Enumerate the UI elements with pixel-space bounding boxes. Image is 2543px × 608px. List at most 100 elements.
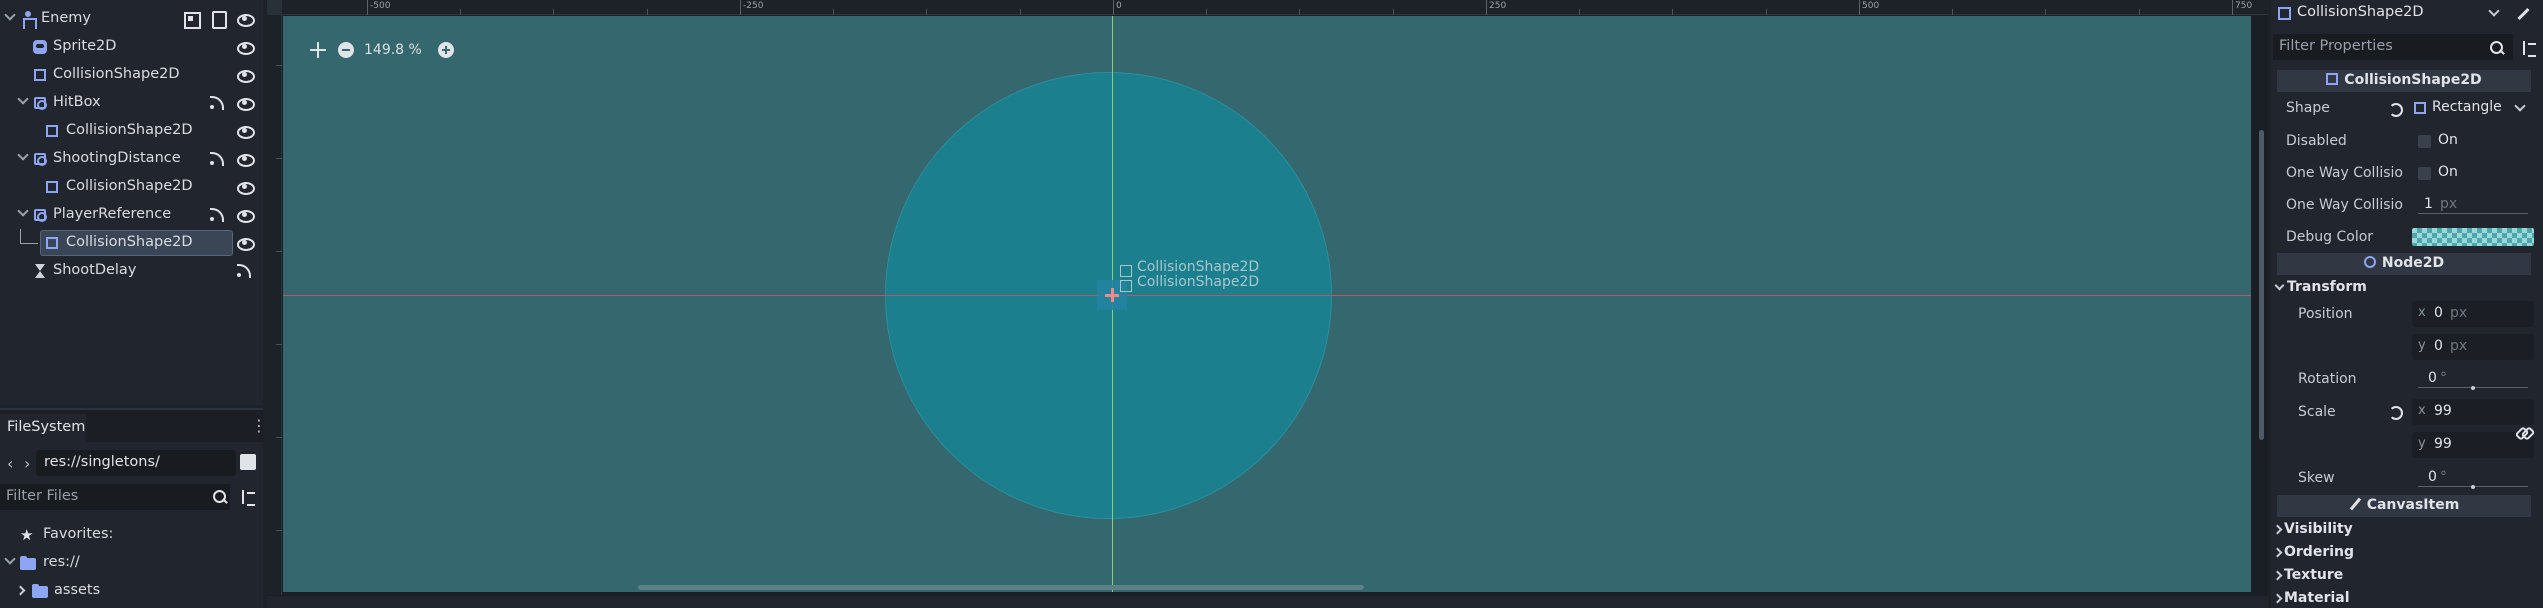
collapse-arrow-icon[interactable] (17, 149, 29, 161)
favorites-row[interactable]: ★ Favorites: (0, 522, 263, 548)
group-icon[interactable] (182, 10, 201, 29)
path-field[interactable]: res://singletons/ (36, 450, 236, 476)
tree-item-shootingdistance[interactable]: ShootingDistance (0, 145, 263, 173)
tree-line (20, 229, 21, 243)
tree-item-collisionshape2d-selected[interactable]: CollisionShape2D (0, 229, 263, 257)
back-arrow-icon[interactable]: ‹ (7, 454, 13, 473)
res-root-row[interactable]: res:// (0, 550, 263, 576)
timer-hourglass-icon (32, 263, 48, 279)
group-transform[interactable]: Transform (2271, 276, 2543, 300)
visibility-eye-icon[interactable] (236, 94, 255, 111)
signal-icon[interactable] (209, 94, 226, 111)
shape-resource-picker[interactable]: Rectangle (2412, 95, 2534, 121)
one-way-margin-spinbox[interactable]: 1 px (2412, 192, 2534, 218)
vertical-ruler[interactable] (267, 15, 282, 595)
signal-icon[interactable] (209, 150, 226, 167)
tree-item-label: ShootDelay (53, 262, 137, 278)
tree-item-collisionshape2d[interactable]: CollisionShape2D (0, 117, 263, 145)
scale-x-field[interactable]: x 99 (2412, 399, 2534, 425)
one-way-collision-checkbox[interactable]: On (2412, 160, 2534, 186)
visibility-eye-icon[interactable] (236, 234, 255, 251)
slider-track[interactable] (2418, 213, 2528, 214)
node-name-overlay: CollisionShape2D (1137, 274, 1260, 290)
collision-shape-icon (44, 235, 60, 251)
visibility-eye-icon[interactable] (236, 66, 255, 83)
collapse-arrow-icon[interactable] (17, 93, 29, 105)
color-swatch[interactable] (2412, 228, 2534, 246)
visibility-eye-icon[interactable] (236, 38, 255, 55)
tree-item-enemy[interactable]: Enemy (0, 5, 263, 33)
visibility-eye-icon[interactable] (236, 122, 255, 139)
prop-rotation: Rotation 0 ° (2271, 363, 2543, 395)
canvas-viewport[interactable]: -500 -250 0 250 500 750 CollisionShape2D… (267, 0, 2268, 608)
collision-shape-icon (44, 123, 60, 139)
zoom-level[interactable]: 149.8 % (364, 42, 422, 58)
zoom-out-icon[interactable] (338, 42, 354, 58)
revert-icon[interactable] (2388, 102, 2403, 117)
tree-line (20, 243, 38, 244)
group-texture[interactable]: Texture (2271, 564, 2543, 588)
pivot-cross-icon[interactable] (1105, 288, 1119, 302)
visibility-eye-icon[interactable] (236, 206, 255, 223)
script-icon[interactable] (209, 10, 227, 29)
toggle-split-icon[interactable] (240, 454, 256, 470)
tab-filesystem[interactable]: FileSystem (0, 414, 86, 442)
sort-icon[interactable] (240, 489, 256, 506)
tree-item-shootdelay[interactable]: ShootDelay (0, 257, 263, 285)
horizontal-ruler[interactable]: -500 -250 0 250 500 750 (267, 0, 2268, 15)
tree-item-collisionshape2d[interactable]: CollisionShape2D (0, 61, 263, 89)
position-y-value: 0 (2434, 338, 2443, 354)
signal-icon[interactable] (209, 206, 226, 223)
position-y-field[interactable]: y 0 px (2412, 334, 2534, 360)
folder-assets-row[interactable]: assets (0, 578, 263, 604)
forward-arrow-icon[interactable]: › (24, 454, 30, 473)
expand-arrow-icon[interactable] (15, 585, 26, 596)
visibility-eye-icon[interactable] (236, 10, 255, 27)
collapse-arrow-icon[interactable] (4, 9, 16, 21)
collapse-arrow-icon[interactable] (17, 205, 29, 217)
filter-properties-input[interactable]: Filter Properties (2273, 34, 2513, 60)
slider-knob[interactable] (2471, 386, 2475, 390)
revert-icon[interactable] (2388, 405, 2403, 420)
tree-item-playerreference[interactable]: PlayerReference (0, 201, 263, 229)
slider-knob[interactable] (2471, 485, 2475, 489)
rotation-slider[interactable]: 0 ° (2412, 366, 2534, 392)
link-scale-icon[interactable] (2516, 425, 2530, 439)
tree-item-collisionshape2d[interactable]: CollisionShape2D (0, 173, 263, 201)
object-tools-icon[interactable] (2516, 7, 2530, 21)
filter-files-input[interactable]: Filter Files (0, 484, 230, 510)
visibility-eye-icon[interactable] (236, 150, 255, 167)
collapse-arrow-icon[interactable] (4, 553, 16, 565)
property-options-icon[interactable] (2521, 40, 2537, 57)
ruler-label: -250 (743, 1, 764, 11)
ruler-minor-tick (1020, 9, 1021, 15)
margin-value: 1 (2424, 196, 2433, 212)
signal-icon[interactable] (236, 262, 253, 279)
collision-shape-icon (1120, 265, 1132, 277)
chevron-down-icon[interactable] (2514, 100, 2526, 112)
inspected-object-name[interactable]: CollisionShape2D (2297, 4, 2424, 20)
skew-slider[interactable]: 0 ° (2412, 465, 2534, 491)
position-x-field[interactable]: x 0 px (2412, 301, 2534, 327)
group-ordering[interactable]: Ordering (2271, 541, 2543, 565)
tree-item-sprite2d[interactable]: Sprite2D (0, 33, 263, 61)
horizontal-scrollbar[interactable] (638, 585, 1364, 590)
group-title: Transform (2287, 279, 2367, 295)
disabled-checkbox[interactable]: On (2412, 128, 2534, 154)
chevron-down-icon[interactable] (2488, 5, 2500, 17)
scene-canvas[interactable]: CollisionShape2D CollisionShape2D 149.8 … (283, 16, 2251, 592)
prop-scale-y: y 99 (2271, 429, 2543, 461)
center-view-icon[interactable] (310, 42, 326, 58)
checkbox[interactable] (2418, 135, 2431, 148)
group-visibility[interactable]: Visibility (2271, 518, 2543, 542)
checkbox[interactable] (2418, 167, 2431, 180)
vertical-scrollbar[interactable] (2259, 130, 2264, 440)
debug-color-picker[interactable] (2412, 224, 2534, 250)
tree-item-hitbox[interactable]: HitBox (0, 89, 263, 117)
dock-menu-icon[interactable] (251, 416, 267, 435)
filesystem-dock: FileSystem ‹ › res://singletons/ Filter … (0, 408, 267, 608)
group-material[interactable]: Material (2271, 587, 2543, 608)
sprite-icon (32, 39, 48, 55)
zoom-in-icon[interactable] (438, 42, 454, 58)
visibility-eye-icon[interactable] (236, 178, 255, 195)
